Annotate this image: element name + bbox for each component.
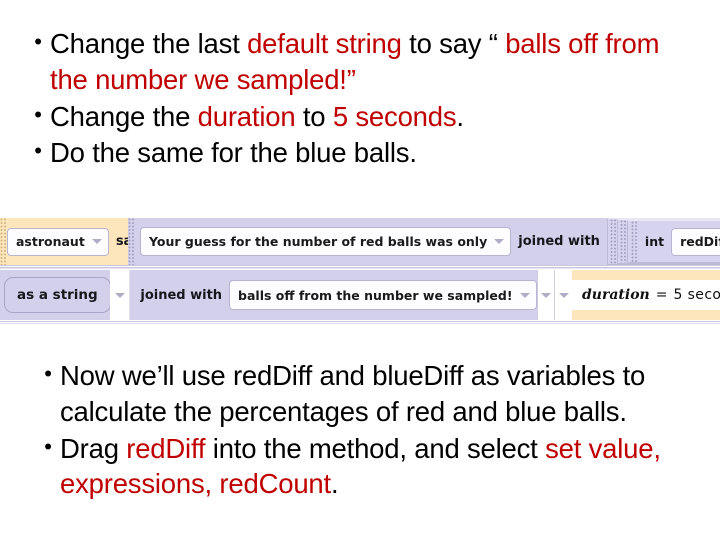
drag-handle-icon[interactable] xyxy=(630,221,638,262)
bullet-text-part-highlight: 5 seconds xyxy=(332,100,457,132)
as-a-string-pill-label: as a string xyxy=(17,287,98,303)
drag-handle-icon[interactable] xyxy=(128,218,135,265)
nested-expression-layer-inner[interactable]: int redDiff as a String xyxy=(626,220,720,263)
dropdown-chevron-cell-3[interactable] xyxy=(555,270,572,320)
bullet-text-part: Drag xyxy=(60,432,127,464)
bullet-text: Do the same for the blue balls. xyxy=(50,137,417,169)
chevron-down-icon[interactable] xyxy=(558,292,569,298)
chevron-down-icon[interactable] xyxy=(494,239,505,244)
chevron-down-icon[interactable] xyxy=(519,292,530,298)
dropdown-chevron-cell-1[interactable] xyxy=(110,270,131,320)
bullet-text-part-highlight: default string xyxy=(247,28,402,59)
joined-with-label: joined with xyxy=(140,287,223,303)
bullet-marker: • xyxy=(34,101,42,127)
code-statement-row-say[interactable]: astronaut say Your guess for the number … xyxy=(0,218,720,265)
bullet-item: • Drag redDiff into the method, and sele… xyxy=(36,431,702,503)
duration-property-name: duration xyxy=(582,287,650,303)
code-statement-row-continued[interactable]: as a string joined with balls off from t… xyxy=(0,270,720,320)
bullet-marker: • xyxy=(34,29,42,54)
bullet-text-part-highlight: duration xyxy=(197,100,296,132)
bullet-text-part: Change the last xyxy=(50,28,248,59)
string-literal-value: Your guess for the number of red balls w… xyxy=(149,234,488,249)
bullet-marker: • xyxy=(44,433,52,459)
bullet-marker: • xyxy=(34,138,42,164)
bullet-text-part: Change the xyxy=(50,100,198,132)
bullet-item: • Now we’ll use redDiff and blueDiff as … xyxy=(36,358,702,430)
bullet-list-top: • Change the last default string to say … xyxy=(0,26,720,172)
as-a-string-pill-block[interactable]: as a string xyxy=(0,270,111,320)
bullet-text-part: . xyxy=(330,468,339,500)
row-divider xyxy=(0,265,720,266)
duration-property-block[interactable]: duration = 5 seconds xyxy=(572,270,720,320)
as-a-string-pill[interactable]: as a string xyxy=(4,277,111,313)
joined-with-block[interactable]: joined with balls off from the number we… xyxy=(130,270,537,320)
say-statement-tan-block[interactable]: astronaut say xyxy=(0,218,140,265)
chevron-down-icon[interactable] xyxy=(540,292,551,298)
nested-expression-layer-middle[interactable]: int redDiff as a String xyxy=(616,219,720,264)
bullet-marker: • xyxy=(44,361,52,386)
object-dropdown-label: astronaut xyxy=(16,234,85,249)
duration-value-field[interactable]: duration = 5 seconds xyxy=(572,280,720,310)
nested-expression-layer-outer[interactable]: int redDiff as a String xyxy=(606,218,720,265)
bullet-text: Change the duration to 5 seconds. xyxy=(50,99,702,135)
drag-handle-icon[interactable] xyxy=(619,220,627,263)
bullet-text-part: . xyxy=(456,100,464,132)
bullet-text: Now we’ll use redDiff and blueDiff as va… xyxy=(60,360,646,427)
chevron-down-icon[interactable] xyxy=(91,239,102,244)
drag-handle-icon[interactable] xyxy=(609,219,617,264)
chevron-down-icon[interactable] xyxy=(114,292,125,298)
string-literal-field[interactable]: balls off from the number we sampled! xyxy=(229,280,537,310)
bullet-list-bottom: • Now we’ll use redDiff and blueDiff as … xyxy=(0,358,720,503)
string-literal-field[interactable]: Your guess for the number of red balls w… xyxy=(140,227,512,256)
row-divider xyxy=(0,321,720,322)
bullet-text-part: to xyxy=(295,100,333,132)
type-label-int: int xyxy=(644,234,665,249)
row-divider xyxy=(0,323,720,324)
bullet-text-part-highlight: redDiff xyxy=(126,432,206,464)
alice-code-screenshot: astronaut say Your guess for the number … xyxy=(0,218,720,330)
bullet-item: • Change the duration to 5 seconds. xyxy=(26,99,702,135)
string-literal-value: balls off from the number we sampled! xyxy=(238,287,513,303)
joined-with-label: joined with xyxy=(518,234,600,249)
dropdown-chevron-cell-2[interactable] xyxy=(536,270,556,320)
bullet-text-part: into the method, and select xyxy=(205,432,546,464)
bullet-text: Drag redDiff into the method, and select… xyxy=(60,431,702,503)
drag-handle-icon[interactable] xyxy=(0,218,7,265)
object-dropdown-astronaut[interactable]: astronaut xyxy=(7,227,109,256)
variable-dropdown-reddiff[interactable]: redDiff xyxy=(671,227,720,256)
row-divider xyxy=(0,268,720,269)
bullet-text: Change the last default string to say “ … xyxy=(50,26,702,98)
bullet-item: • Do the same for the blue balls. xyxy=(26,135,702,171)
duration-value: 5 seconds xyxy=(673,287,720,303)
variable-name-label: redDiff xyxy=(680,234,720,249)
bullet-item: • Change the last default string to say … xyxy=(26,26,702,98)
bullet-text-part: to say “ xyxy=(401,28,506,59)
string-parameter-block[interactable]: Your guess for the number of red balls w… xyxy=(128,218,720,265)
duration-equals-sign: = xyxy=(655,287,668,303)
